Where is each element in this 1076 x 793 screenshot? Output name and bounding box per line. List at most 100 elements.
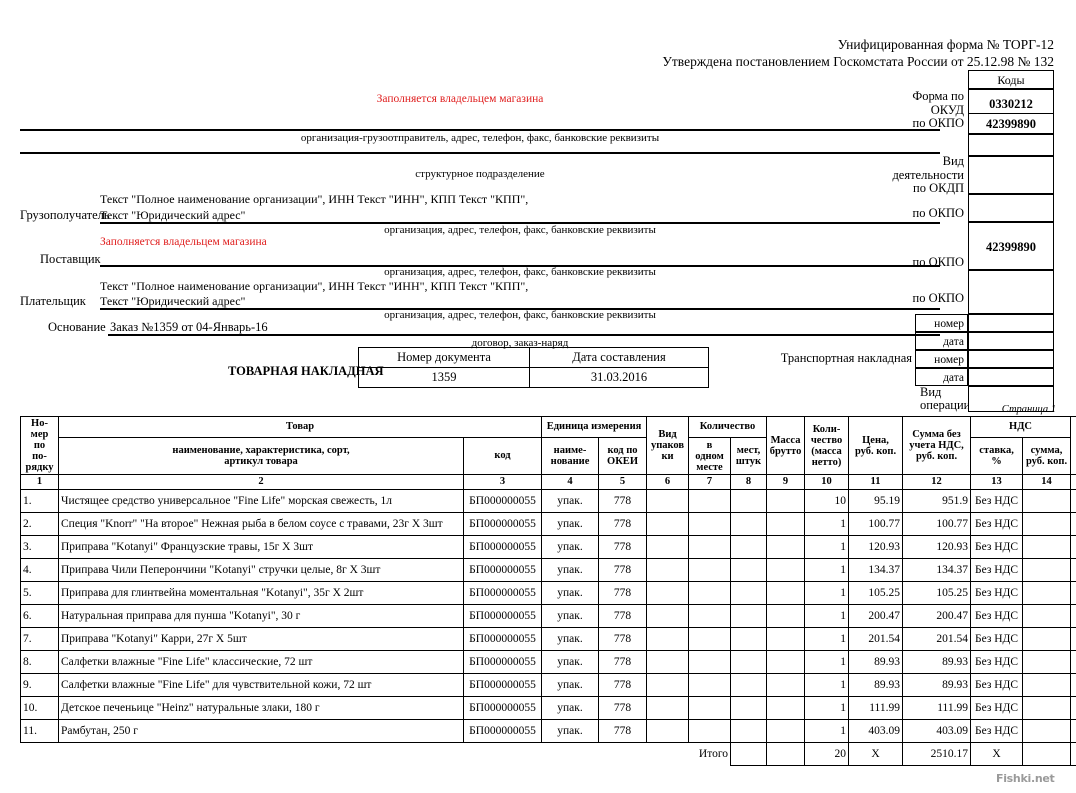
- cell-net-quantity: 1: [804, 558, 850, 582]
- cell-row-number: 2.: [20, 512, 59, 536]
- table-row: 2. Специя "Knorr" "На второе" Нежная рыба…: [20, 512, 1076, 536]
- total-per-place: [730, 742, 768, 766]
- col-num-13: 13: [970, 474, 1024, 490]
- th-vat-rate: ставка, %: [970, 437, 1024, 475]
- cell-vat-rate: Без НДС: [970, 673, 1024, 697]
- basis-label: Основание: [48, 320, 106, 334]
- total-price: X: [848, 742, 904, 766]
- table-row: 10. Детское печеньице "Heinz" натуральные…: [20, 696, 1076, 720]
- th-sum-without-vat: Сумма без учета НДС, руб. коп.: [902, 416, 972, 475]
- cell-package-type: [646, 558, 690, 582]
- col-num-11: 11: [848, 474, 904, 490]
- cell-vat-rate: Без НДС: [970, 512, 1024, 536]
- total-places: [766, 742, 806, 766]
- cell-code: БП000000055: [463, 719, 542, 743]
- cell-gross-mass: [766, 581, 806, 605]
- cell-gross-mass: [766, 719, 806, 743]
- table-row: 9. Салфетки влажные "Fine Life" для чувст…: [20, 673, 1076, 697]
- cell-vat-sum: [1022, 627, 1072, 651]
- cell-package-type: [646, 673, 690, 697]
- cell-gross-mass: [766, 512, 806, 536]
- cell-qty-per-place: [688, 627, 732, 651]
- cell-gross-mass: [766, 627, 806, 651]
- cell-qty-per-place: [688, 650, 732, 674]
- cell-sum-without-vat: 89.93: [902, 650, 972, 674]
- cell-price: 89.93: [848, 650, 904, 674]
- cell-row-number: 1.: [20, 489, 59, 513]
- table-row: 6. Натуральная приправа для пунша "Kotany…: [20, 604, 1076, 628]
- cell-net-quantity: 1: [804, 719, 850, 743]
- cell-qty-places: [730, 650, 768, 674]
- cell-sum-with-vat: 200.47: [1070, 604, 1076, 628]
- cell-sum-with-vat: 120.93: [1070, 535, 1076, 559]
- th-vat-sum: сумма, руб. коп.: [1022, 437, 1072, 475]
- col-num-3: 3: [463, 474, 542, 490]
- cell-package-type: [646, 627, 690, 651]
- cell-qty-places: [730, 558, 768, 582]
- page-marker: Страница 1: [1001, 404, 1056, 415]
- goods-column-numbers-row: 1 2 3 4 5 6 7 8 9 10 11 12 13 14 15: [20, 474, 1076, 490]
- cell-sum-with-vat: 201.54: [1070, 627, 1076, 651]
- cell-goods-name: Салфетки влажные "Fine Life" для чувстви…: [58, 673, 464, 697]
- cell-sum-with-vat: 134.37: [1070, 558, 1076, 582]
- cell-vat-rate: Без НДС: [970, 650, 1024, 674]
- table-row: 5. Приправа для глинтвейна моментальная "…: [20, 581, 1076, 605]
- cell-code: БП000000055: [463, 673, 542, 697]
- cell-goods-name: Приправа Чили Пеперончини "Kotanyi" стру…: [58, 558, 464, 582]
- cell-unit-name: упак.: [541, 627, 599, 651]
- cell-unit-okei: 778: [597, 489, 648, 513]
- form-title-line2: Утверждена постановлением Госкомстата Ро…: [662, 54, 1054, 69]
- okpo-label-4: по ОКПО: [912, 291, 964, 305]
- cell-goods-name: Приправа "Kotanyi" Французские травы, 15…: [58, 535, 464, 559]
- cell-price: 120.93: [848, 535, 904, 559]
- col-num-8: 8: [730, 474, 768, 490]
- date-value-1: [968, 332, 1054, 350]
- cell-code: БП000000055: [463, 627, 542, 651]
- cell-vat-sum: [1022, 535, 1072, 559]
- cell-sum-without-vat: 200.47: [902, 604, 972, 628]
- cell-sum-without-vat: 111.99: [902, 696, 972, 720]
- cell-vat-sum: [1022, 719, 1072, 743]
- cell-price: 134.37: [848, 558, 904, 582]
- cell-sum-with-vat: 89.93: [1070, 673, 1076, 697]
- cell-gross-mass: [766, 558, 806, 582]
- col-num-5: 5: [597, 474, 648, 490]
- form-title: Унифицированная форма № ТОРГ-12 Утвержде…: [540, 36, 1054, 70]
- number-value-2: [968, 350, 1054, 368]
- cell-sum-without-vat: 201.54: [902, 627, 972, 651]
- shop-owner-note-2: Заполняется владельцем магазина: [100, 236, 267, 248]
- document-number-table: Номер документа Дата составления 1359 31…: [358, 347, 709, 388]
- payer-label: Плательщик: [20, 294, 86, 308]
- th-quantity: Количество: [688, 416, 768, 438]
- cell-vat-sum: [1022, 581, 1072, 605]
- cell-sum-without-vat: 120.93: [902, 535, 972, 559]
- cell-qty-places: [730, 719, 768, 743]
- consignor-caption: организация-грузоотправитель, адрес, тел…: [300, 132, 660, 144]
- cell-qty-places: [730, 512, 768, 536]
- cell-qty-places: [730, 696, 768, 720]
- goods-header-group-row: Но-мер по по-рядку Товар Единица измерения…: [20, 416, 1076, 475]
- payer-line2: Текст "Юридический адрес": [100, 294, 246, 308]
- total-sum-no-vat: 2510.17: [902, 742, 972, 766]
- cell-vat-rate: Без НДС: [970, 489, 1024, 513]
- th-goods: Товар: [58, 416, 542, 438]
- table-row: 11. Рамбутан, 250 г БП000000055 упак. 778 1 40…: [20, 719, 1076, 743]
- cell-unit-okei: 778: [597, 650, 648, 674]
- cell-unit-okei: 778: [597, 535, 648, 559]
- cell-vat-sum: [1022, 696, 1072, 720]
- th-sum-with-vat: Сумма сучетомНДС,руб. коп.: [1070, 416, 1076, 475]
- codes-header: Коды: [968, 70, 1054, 89]
- cell-unit-name: упак.: [541, 581, 599, 605]
- okpo-value-4: [968, 270, 1054, 314]
- supplier-label: Поставщик: [40, 252, 101, 266]
- consignor-rule: [20, 129, 940, 131]
- th-net-quantity: Коли-чество (масса нетто): [804, 416, 850, 475]
- th-price: Цена, руб. коп.: [848, 416, 904, 475]
- cell-unit-okei: 778: [597, 719, 648, 743]
- th-qty-per-place: в одном месте: [688, 437, 732, 475]
- cell-vat-rate: Без НДС: [970, 696, 1024, 720]
- doc-number-header: Номер документа: [358, 347, 530, 368]
- date-value-2: [968, 368, 1054, 386]
- cell-code: БП000000055: [463, 535, 542, 559]
- cell-net-quantity: 1: [804, 535, 850, 559]
